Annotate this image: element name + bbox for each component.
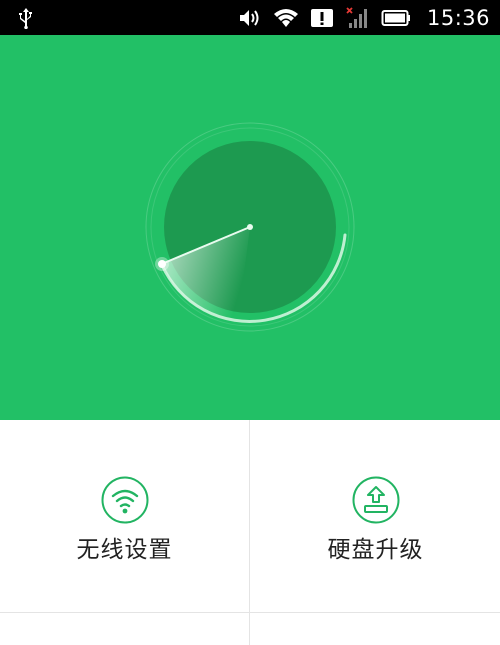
status-bar: 15:36 (0, 0, 500, 35)
alert-icon (310, 8, 333, 27)
radar-scan-icon (145, 122, 355, 332)
volume-icon (239, 9, 259, 26)
upload-icon (352, 476, 399, 524)
disk-upgrade-label: 硬盘升级 (327, 537, 424, 563)
wifi-icon (273, 8, 298, 27)
disk-upgrade-tile[interactable]: 硬盘升级 (251, 420, 500, 612)
usb-icon (19, 8, 32, 29)
grid-tile-row2-right[interactable] (251, 613, 500, 645)
clock: 15:36 (426, 5, 490, 30)
hero-panel (0, 35, 500, 420)
battery-icon (381, 9, 410, 26)
wifi-icon (101, 476, 148, 524)
wireless-settings-tile[interactable]: 无线设置 (0, 420, 249, 612)
status-icons: 15:36 (237, 0, 490, 35)
signal-no-sim-icon (346, 6, 367, 28)
grid-tile-row2-left[interactable] (0, 613, 249, 645)
wireless-settings-label: 无线设置 (76, 537, 173, 563)
function-grid: 无线设置 硬盘升级 (0, 420, 500, 645)
